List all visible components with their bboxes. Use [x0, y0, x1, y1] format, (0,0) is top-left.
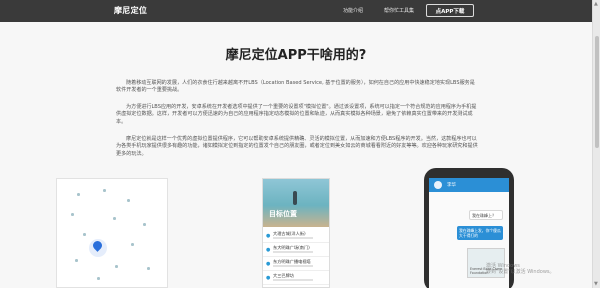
map-poi-icon [115, 265, 118, 268]
chat-contact-name: 李华 [447, 183, 456, 188]
vertical-scrollbar[interactable]: ▲ ▼ [592, 0, 600, 288]
list-item: ● 大三巴牌坊 [263, 271, 329, 285]
list-hero-image: 目标位置 [263, 179, 329, 227]
map-poi-icon [113, 217, 116, 220]
brand-logo-text[interactable]: 摩尼定位 [114, 5, 147, 16]
chat-bubble-received: 我在珠峰上发，你个傻瓜大干得打的 [457, 226, 503, 240]
intro-paragraph-3: 摩尼定位就是这样一个优秀的虚拟位置提供程序，它可以帮助安卓系统提供精确、灵活的模… [116, 136, 478, 157]
intro-paragraph-2: 为方便进行LBS应用的开发，安卓系统在开发者选项中提供了一个重要的设置项"模拟位… [116, 104, 477, 125]
map-screenshot [56, 178, 168, 288]
intro-paragraph-1: 随着移动互联网的发展，人们的衣食住行越来越离不开LBS（Location Bas… [116, 80, 475, 94]
download-app-button[interactable]: 点APP下载 [426, 4, 474, 17]
location-list-screenshot: 目标位置 ● 大理古城(洋人街) ● 东大明珠广场(南门) ● 东方明珠广播电视… [262, 178, 330, 288]
nav-link-features[interactable]: 功能介绍 [343, 7, 363, 14]
map-poi-icon [127, 199, 130, 202]
list-item-subtitle-placeholder [273, 265, 313, 267]
avatar [434, 181, 442, 189]
map-poi-icon [97, 277, 100, 280]
location-pin-icon: ● [266, 275, 271, 281]
map-poi-icon [75, 259, 78, 262]
map-poi-icon [103, 189, 106, 192]
hero-person-figure [293, 191, 297, 205]
nav-link-tools[interactable]: 帮你忙工具集 [384, 7, 414, 14]
scroll-down-arrow-icon[interactable]: ▼ [594, 281, 598, 287]
page-title: 摩尼定位APP干啥用的? [225, 48, 367, 63]
map-poi-icon [143, 223, 146, 226]
map-poi-icon [147, 267, 150, 270]
chat-header: 李华 [429, 178, 509, 192]
map-poi-icon [131, 243, 134, 246]
location-pin-icon: ● [266, 233, 271, 239]
list-item: ● 东方明珠广播电视塔 [263, 257, 329, 271]
list-item: ● 东大明珠广场(南门) [263, 243, 329, 257]
location-pin-icon: ● [266, 261, 271, 267]
top-navbar: 摩尼定位 功能介绍 帮你忙工具集 点APP下载 [0, 0, 592, 22]
list-item: ● 大理古城(洋人街) [263, 229, 329, 243]
list-item-subtitle-placeholder [273, 251, 313, 253]
list-item-subtitle-placeholder [273, 237, 313, 239]
scroll-up-arrow-icon[interactable]: ▲ [594, 1, 598, 7]
map-poi-icon [77, 193, 80, 196]
location-pin-icon: ● [266, 247, 271, 253]
map-poi-icon [71, 213, 74, 216]
chat-bubble-sent: 我在珠峰上？ [469, 210, 503, 220]
watermark-line-2: 转到"设置"以激活 Windows。 [486, 269, 555, 275]
list-hero-label: 目标位置 [269, 210, 297, 218]
windows-activation-watermark: 激活 Windows 转到"设置"以激活 Windows。 [486, 263, 555, 275]
map-poi-icon [83, 233, 86, 236]
scroll-thumb[interactable] [594, 36, 599, 148]
list-item-subtitle-placeholder [273, 279, 313, 281]
